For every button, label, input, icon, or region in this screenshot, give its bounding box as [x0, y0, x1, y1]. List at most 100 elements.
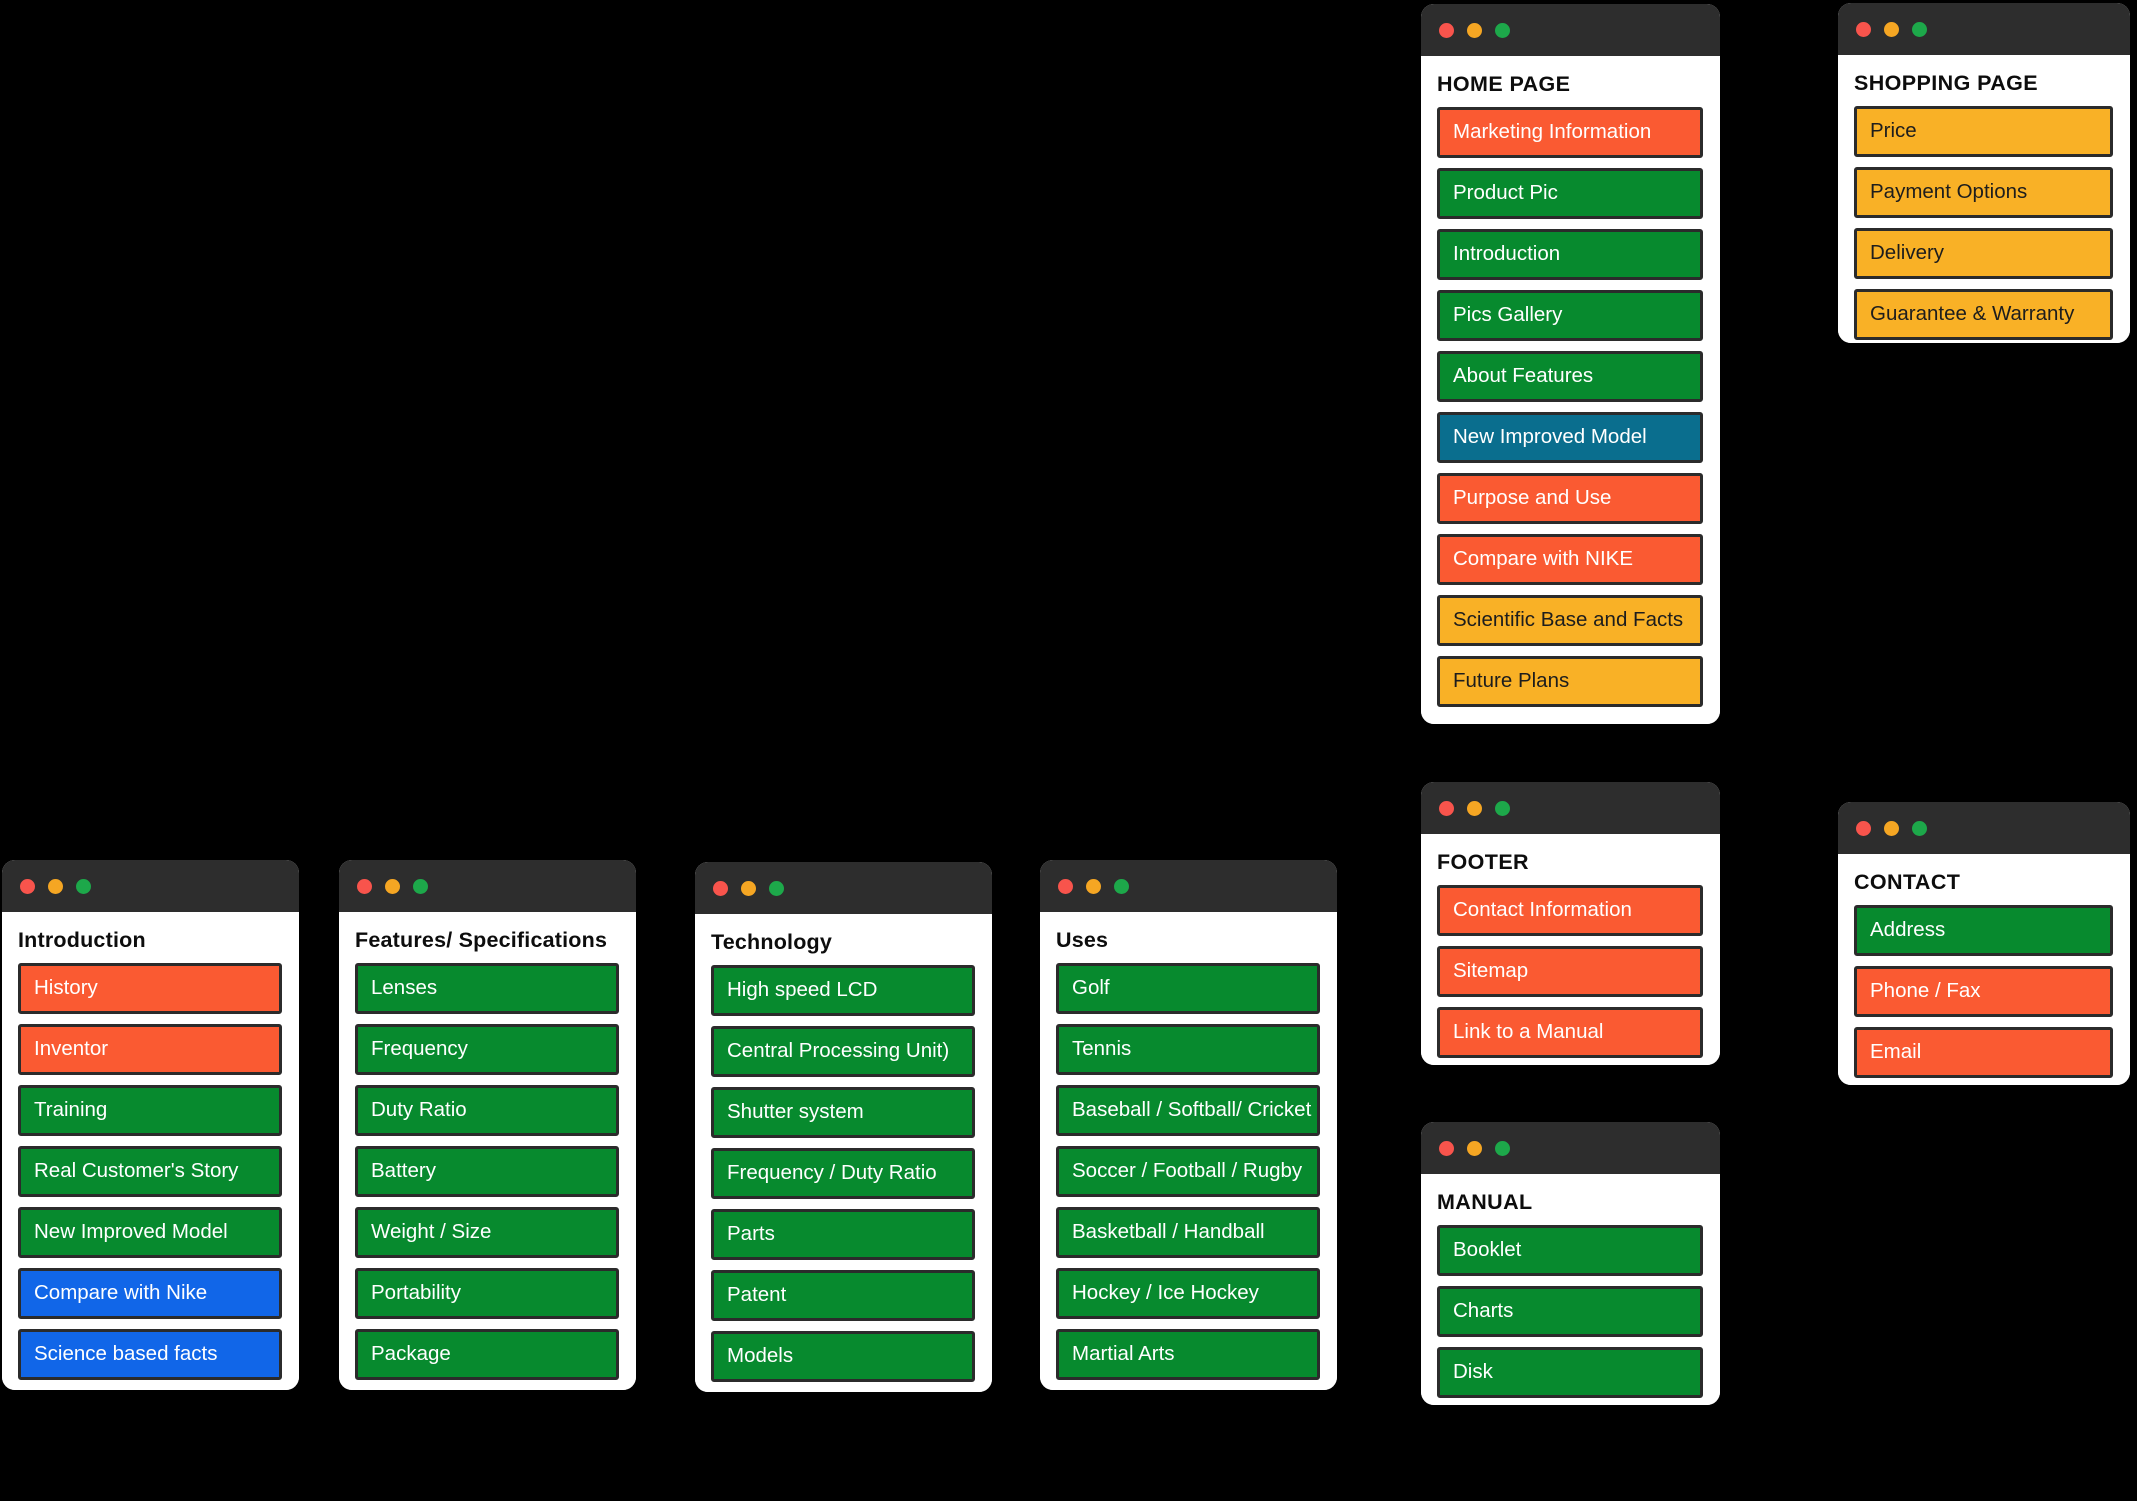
list-item[interactable]: Booklet [1437, 1225, 1703, 1277]
close-icon[interactable] [1856, 21, 1871, 37]
maximize-icon[interactable] [1114, 878, 1129, 894]
list-item[interactable]: Frequency / Duty Ratio [711, 1148, 975, 1200]
list-item[interactable]: About Features [1437, 351, 1703, 403]
card-title: Introduction [18, 928, 146, 952]
window-body: Uses Golf Tennis Baseball / Softball/ Crick… [1040, 912, 1337, 1390]
list-item[interactable]: Delivery [1854, 228, 2113, 280]
item-list: Contact Information Sitemap Link to a Manu… [1437, 885, 1703, 1059]
list-item[interactable]: Parts [711, 1209, 975, 1261]
window-card-home-page: HOME PAGE Marketing Information Product Pi… [1421, 4, 1720, 724]
list-item[interactable]: Basketball / Handball [1056, 1207, 1320, 1259]
close-icon[interactable] [1058, 878, 1073, 894]
list-item[interactable]: Science based facts [18, 1329, 282, 1381]
close-icon[interactable] [1439, 22, 1454, 38]
window-card-shopping-page: SHOPPING PAGE Price Payment Options Deliver… [1838, 3, 2130, 343]
item-list: Marketing Information Product Pic Introduc… [1437, 107, 1703, 708]
list-item[interactable]: Email [1854, 1027, 2113, 1079]
list-item[interactable]: Link to a Manual [1437, 1007, 1703, 1059]
maximize-icon[interactable] [76, 878, 91, 894]
card-title: HOME PAGE [1437, 72, 1571, 96]
list-item[interactable]: Battery [355, 1146, 619, 1198]
minimize-icon[interactable] [1467, 800, 1482, 816]
list-item[interactable]: Golf [1056, 963, 1320, 1015]
list-item[interactable]: Disk [1437, 1347, 1703, 1399]
minimize-icon[interactable] [1086, 878, 1101, 894]
list-item[interactable]: Payment Options [1854, 167, 2113, 219]
list-item[interactable]: Patent [711, 1270, 975, 1322]
list-item[interactable]: Guarantee & Warranty [1854, 289, 2113, 341]
list-item[interactable]: Lenses [355, 963, 619, 1015]
close-icon[interactable] [713, 880, 728, 896]
list-item[interactable]: High speed LCD [711, 965, 975, 1017]
item-list: High speed LCD Central Processing Unit) Sh… [711, 965, 975, 1383]
list-item[interactable]: Future Plans [1437, 656, 1703, 708]
maximize-icon[interactable] [1912, 820, 1927, 836]
maximize-icon[interactable] [413, 878, 428, 894]
minimize-icon[interactable] [385, 878, 400, 894]
list-item[interactable]: Central Processing Unit) [711, 1026, 975, 1078]
list-item[interactable]: Portability [355, 1268, 619, 1320]
window-titlebar [1421, 4, 1720, 56]
close-icon[interactable] [1439, 800, 1454, 816]
list-item[interactable]: Hockey / Ice Hockey [1056, 1268, 1320, 1320]
window-body: Introduction History Inventor Training Real … [2, 912, 299, 1390]
minimize-icon[interactable] [741, 880, 756, 896]
list-item[interactable]: Marketing Information [1437, 107, 1703, 159]
card-title: Uses [1056, 928, 1109, 952]
list-item[interactable]: Compare with Nike [18, 1268, 282, 1320]
list-item[interactable]: Martial Arts [1056, 1329, 1320, 1381]
list-item[interactable]: Scientific Base and Facts [1437, 595, 1703, 647]
list-item[interactable]: History [18, 963, 282, 1015]
list-item[interactable]: Shutter system [711, 1087, 975, 1139]
list-item[interactable]: Sitemap [1437, 946, 1703, 998]
list-item[interactable]: Purpose and Use [1437, 473, 1703, 525]
minimize-icon[interactable] [48, 878, 63, 894]
window-card-technology: Technology High speed LCD Central Processi… [695, 862, 992, 1392]
sitemap-canvas: HOME PAGE Marketing Information Product Pi… [0, 0, 2137, 1501]
close-icon[interactable] [20, 878, 35, 894]
list-item[interactable]: Duty Ratio [355, 1085, 619, 1137]
maximize-icon[interactable] [1495, 800, 1510, 816]
item-list: Lenses Frequency Duty Ratio Battery Weight /… [355, 963, 619, 1381]
maximize-icon[interactable] [1495, 1140, 1510, 1156]
list-item[interactable]: Charts [1437, 1286, 1703, 1338]
list-item[interactable]: New Improved Model [1437, 412, 1703, 464]
list-item[interactable]: Price [1854, 106, 2113, 158]
list-item[interactable]: Address [1854, 905, 2113, 957]
minimize-icon[interactable] [1884, 21, 1899, 37]
minimize-icon[interactable] [1467, 1140, 1482, 1156]
list-item[interactable]: Product Pic [1437, 168, 1703, 220]
card-title: Technology [711, 930, 833, 954]
list-item[interactable]: Contact Information [1437, 885, 1703, 937]
list-item[interactable]: Frequency [355, 1024, 619, 1076]
window-body: CONTACT Address Phone / Fax Email [1838, 854, 2130, 1085]
card-title: CONTACT [1854, 870, 1961, 894]
close-icon[interactable] [1439, 1140, 1454, 1156]
list-item[interactable]: Models [711, 1331, 975, 1383]
list-item[interactable]: Training [18, 1085, 282, 1137]
list-item[interactable]: Compare with NIKE [1437, 534, 1703, 586]
list-item[interactable]: Weight / Size [355, 1207, 619, 1259]
card-title: FOOTER [1437, 850, 1529, 874]
close-icon[interactable] [1856, 820, 1871, 836]
list-item[interactable]: Tennis [1056, 1024, 1320, 1076]
window-titlebar [1838, 3, 2130, 55]
window-card-contact: CONTACT Address Phone / Fax Email [1838, 802, 2130, 1085]
item-list: Address Phone / Fax Email [1854, 905, 2113, 1079]
maximize-icon[interactable] [769, 880, 784, 896]
minimize-icon[interactable] [1884, 820, 1899, 836]
list-item[interactable]: Inventor [18, 1024, 282, 1076]
list-item[interactable]: Baseball / Softball/ Cricket [1056, 1085, 1320, 1137]
maximize-icon[interactable] [1912, 21, 1927, 37]
minimize-icon[interactable] [1467, 22, 1482, 38]
close-icon[interactable] [357, 878, 372, 894]
list-item[interactable]: New Improved Model [18, 1207, 282, 1259]
list-item[interactable]: Pics Gallery [1437, 290, 1703, 342]
window-card-features-specifications: Features/ Specifications Lenses Frequency D… [339, 860, 636, 1390]
maximize-icon[interactable] [1495, 22, 1510, 38]
list-item[interactable]: Introduction [1437, 229, 1703, 281]
list-item[interactable]: Phone / Fax [1854, 966, 2113, 1018]
list-item[interactable]: Package [355, 1329, 619, 1381]
list-item[interactable]: Soccer / Football / Rugby [1056, 1146, 1320, 1198]
list-item[interactable]: Real Customer's Story [18, 1146, 282, 1198]
